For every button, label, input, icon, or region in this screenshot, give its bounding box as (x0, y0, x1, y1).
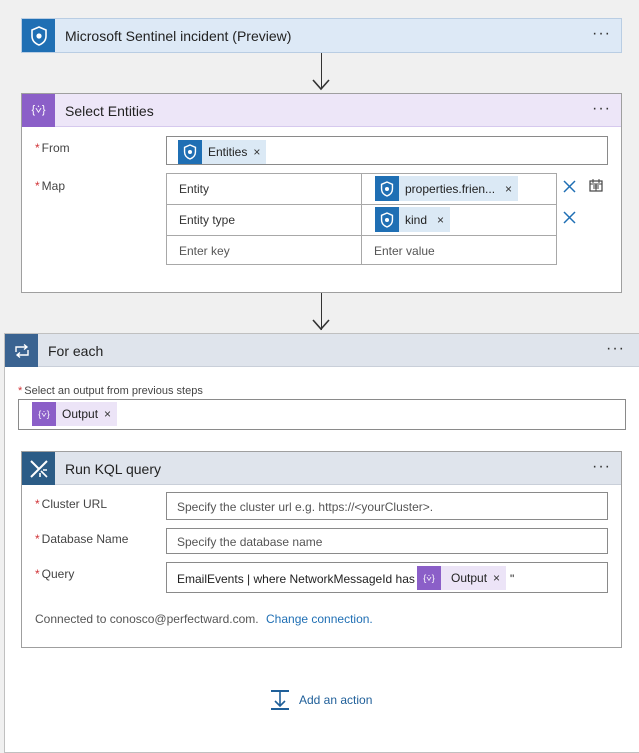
key-placeholder: Enter key (179, 244, 230, 258)
properties-token[interactable]: properties.frien... × (375, 176, 519, 201)
database-name-placeholder: Specify the database name (177, 535, 323, 549)
token-label: Entities (208, 145, 248, 159)
map-label: * Map (35, 179, 66, 193)
database-name-label: * Database Name (35, 532, 129, 546)
entities-token[interactable]: Entities × (178, 140, 267, 164)
remove-token-icon[interactable]: × (437, 213, 450, 227)
token-label: kind (405, 212, 428, 227)
query-text-suffix: " (510, 572, 515, 586)
kql-title: Run KQL query (65, 461, 161, 477)
select-output-label: * Select an output from previous steps (18, 385, 203, 397)
token-label: Output (451, 571, 488, 585)
azure-data-explorer-icon (22, 452, 55, 485)
more-options-button[interactable]: ··· (592, 26, 611, 42)
trigger-card[interactable]: Microsoft Sentinel incident (Preview) ··… (21, 18, 622, 53)
loop-icon (5, 334, 38, 367)
cluster-url-placeholder: Specify the cluster url e.g. https://<yo… (177, 500, 434, 514)
query-text-prefix: EmailEvents | where NetworkMessageId has… (177, 572, 423, 586)
for-each-title: For each (48, 343, 104, 359)
more-options-button[interactable]: ··· (592, 459, 611, 475)
token-label: properties.frien... (405, 181, 496, 196)
more-options-button[interactable]: ··· (606, 341, 625, 357)
query-label: * Query (35, 567, 75, 581)
map-key-text: Entity (179, 182, 210, 196)
map-key-input[interactable]: Enter key (166, 235, 362, 265)
sentinel-shield-icon (22, 19, 55, 52)
select-entities-title: Select Entities (65, 103, 154, 119)
data-operation-icon: {⩒} (22, 94, 55, 127)
cluster-url-input[interactable]: Specify the cluster url e.g. https://<yo… (166, 492, 608, 520)
change-connection-link[interactable]: Change connection. (266, 612, 373, 626)
remove-token-icon[interactable]: × (493, 571, 506, 585)
connected-to-text: Connected to conosco@perfectward.com. (35, 612, 259, 626)
delete-row-icon[interactable] (562, 179, 577, 194)
output-token[interactable]: {⩒} Output × (32, 402, 118, 426)
trigger-title: Microsoft Sentinel incident (Preview) (65, 28, 292, 44)
remove-token-icon[interactable]: × (253, 145, 266, 159)
switch-to-text-mode-icon[interactable] (588, 177, 604, 193)
delete-row-icon[interactable] (562, 210, 577, 225)
add-action-icon (271, 690, 289, 710)
more-options-button[interactable]: ··· (592, 101, 611, 117)
remove-token-icon[interactable]: × (104, 407, 117, 421)
kind-token[interactable]: kind × (375, 207, 451, 232)
cluster-url-label: * Cluster URL (35, 497, 108, 511)
trigger-header[interactable]: Microsoft Sentinel incident (Preview) ··… (22, 19, 621, 53)
kql-header[interactable]: Run KQL query ··· (22, 452, 621, 485)
query-output-token[interactable]: {⩒} Output × (417, 566, 507, 590)
add-action-label: Add an action (299, 693, 373, 707)
select-entities-header[interactable]: {⩒} Select Entities ··· (22, 94, 621, 127)
add-action-button[interactable]: Add an action (270, 689, 372, 711)
query-input[interactable]: EmailEvents | where NetworkMessageId has… (166, 562, 608, 593)
arrow-down-icon (312, 79, 330, 91)
value-placeholder: Enter value (374, 244, 435, 258)
sentinel-shield-icon (375, 207, 399, 232)
map-value-input[interactable]: Enter value (361, 235, 557, 265)
database-name-input[interactable]: Specify the database name (166, 528, 608, 554)
remove-token-icon[interactable]: × (505, 182, 518, 196)
for-each-header[interactable]: For each ··· (5, 334, 639, 367)
map-key-cell[interactable]: Entity (166, 173, 362, 205)
token-label: Output (62, 407, 99, 421)
sentinel-shield-icon (178, 140, 202, 164)
sentinel-shield-icon (375, 176, 399, 201)
arrow-down-icon (312, 319, 330, 331)
data-operation-icon: {⩒} (32, 402, 56, 426)
map-key-cell[interactable]: Entity type (166, 204, 362, 236)
data-operation-icon: {⩒} (417, 566, 441, 590)
from-label: * From (35, 141, 70, 155)
map-key-text: Entity type (179, 213, 236, 227)
